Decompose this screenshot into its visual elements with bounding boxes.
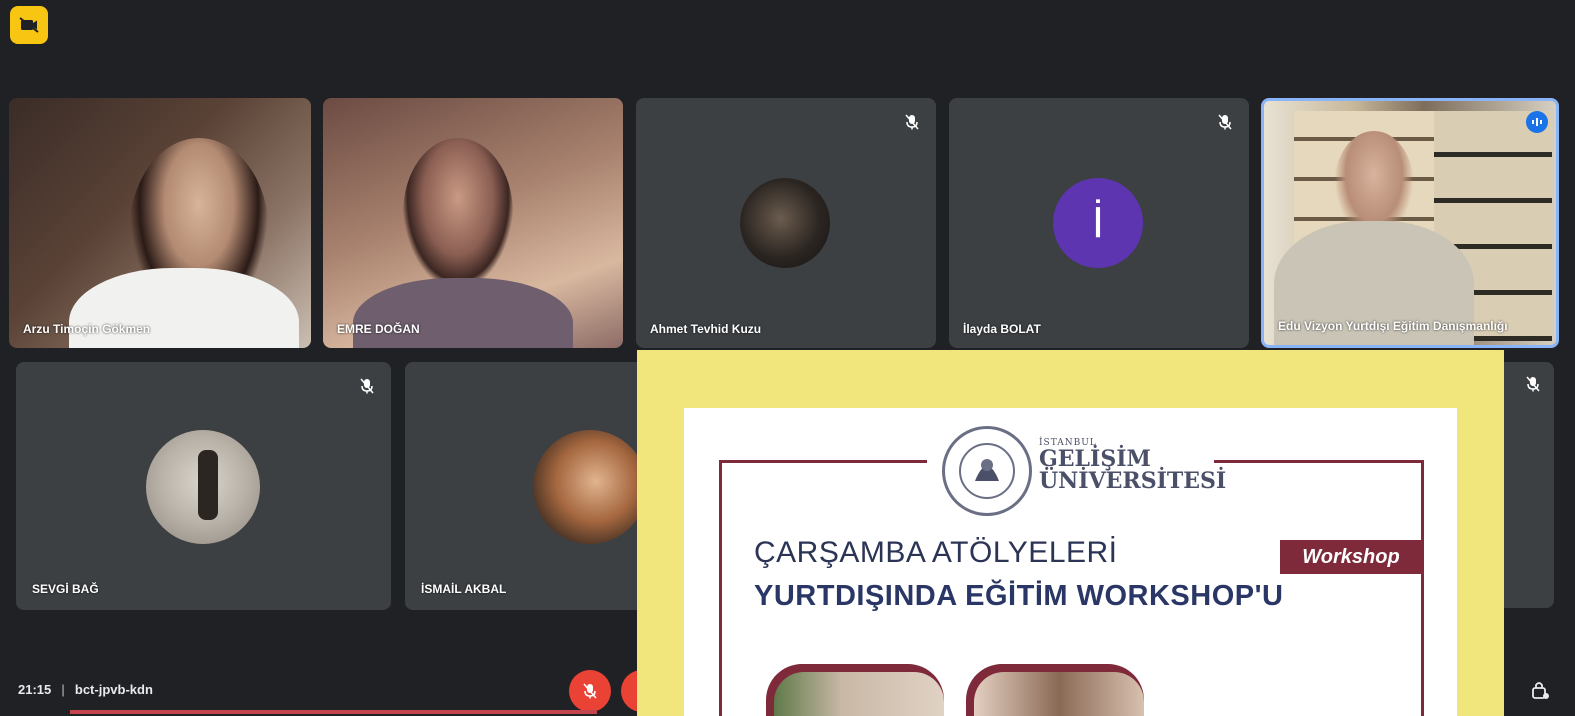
participant-body (353, 278, 573, 348)
avatar: İ (1053, 178, 1143, 268)
participant-tile-active-speaker[interactable]: Edu Vizyon Yurtdışı Eğitim Danışmanlığı (1261, 98, 1559, 348)
participant-video (403, 138, 513, 288)
speaker-photo (766, 664, 944, 716)
participant-tile[interactable]: SEVGİ BAĞ (16, 362, 391, 610)
speaking-indicator-icon (1526, 111, 1548, 133)
camera-off-icon[interactable] (10, 6, 48, 44)
frame-left (719, 460, 722, 716)
top-bar (0, 0, 1575, 60)
speaker-photo (966, 664, 1144, 716)
speaker-photo-inner (774, 672, 944, 716)
mic-off-icon (357, 376, 377, 396)
participant-name: EMRE DOĞAN (337, 322, 420, 336)
bottom-accent-line (70, 710, 597, 714)
participant-tile[interactable]: Arzu Timoçin Gökmen (9, 98, 311, 348)
participant-name: Ahmet Tevhid Kuzu (650, 322, 762, 336)
mic-off-icon (902, 112, 922, 132)
workshop-badge: Workshop (1280, 540, 1422, 574)
meeting-code: bct-jpvb-kdn (74, 682, 153, 697)
participant-name: İSMAİL AKBAL (421, 582, 507, 596)
separator: | (61, 682, 65, 697)
participant-tile[interactable]: İSMAİL AKBAL (405, 362, 637, 610)
university-line1: GELİŞİM (1039, 446, 1151, 472)
participant-name: Arzu Timoçin Gökmen (23, 322, 151, 336)
mic-off-icon (1526, 376, 1540, 397)
participant-tile[interactable]: Ahmet Tevhid Kuzu (636, 98, 936, 348)
meeting-time: 21:15 (18, 682, 52, 697)
frame-top-right (1214, 460, 1424, 463)
frame-top-left (719, 460, 927, 463)
workshop-poster: İSTANBUL GELİŞİM ÜNİVERSİTESİ Workshop Ç… (684, 408, 1457, 716)
avatar (740, 178, 830, 268)
participant-name: SEVGİ BAĞ (32, 582, 99, 596)
mic-off-icon (1215, 112, 1235, 132)
frame-right (1421, 460, 1424, 716)
university-name: İSTANBUL GELİŞİM ÜNİVERSİTESİ (1039, 438, 1226, 492)
participant-tile[interactable]: İ İlayda BOLAT (949, 98, 1249, 348)
participant-tile-partial[interactable] (1504, 362, 1554, 608)
poster-title-line2: YURTDIŞINDA EĞİTİM WORKSHOP'U (754, 580, 1284, 612)
avatar-figure (198, 450, 218, 520)
speaker-photo-inner (974, 672, 1144, 716)
avatar-letter: İ (1091, 198, 1105, 247)
participant-name: Edu Vizyon Yurtdışı Eğitim Danışmanlığı (1278, 319, 1508, 333)
university-line2: ÜNİVERSİTESİ (1039, 468, 1227, 494)
presentation-overlay: İSTANBUL GELİŞİM ÜNİVERSİTESİ Workshop Ç… (637, 350, 1504, 716)
university-logo-icon (942, 426, 1032, 516)
avatar (533, 430, 637, 544)
poster-title-line1: ÇARŞAMBA ATÖLYELERİ (754, 536, 1118, 569)
mic-off-icon (583, 683, 597, 699)
meeting-info: 21:15 | bct-jpvb-kdn (18, 682, 153, 697)
participant-name: İlayda BOLAT (963, 322, 1041, 336)
mic-toggle-button[interactable] (569, 670, 611, 712)
avatar (146, 430, 260, 544)
host-controls-icon[interactable] (1528, 678, 1552, 702)
participant-tile[interactable]: EMRE DOĞAN (323, 98, 623, 348)
